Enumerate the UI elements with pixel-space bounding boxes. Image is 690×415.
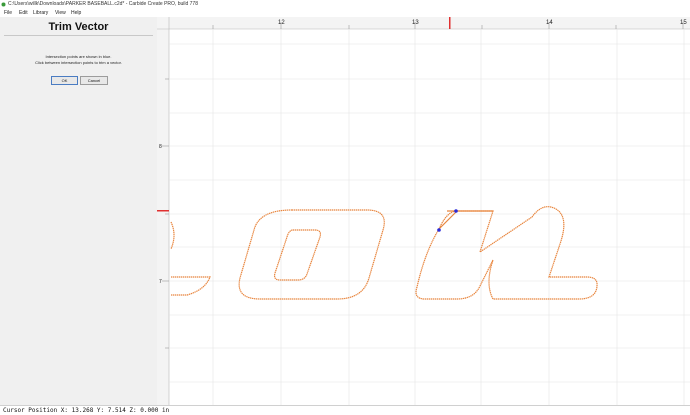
intersection-point-1[interactable]: [454, 209, 458, 213]
info-line-2: Click between intersection points to tri…: [35, 60, 122, 65]
panel-divider: [4, 35, 153, 36]
title-bar: C:\Users\willk\Downloads\PARKER BASEBALL…: [0, 0, 690, 9]
ruler-label-14: 14: [546, 20, 553, 26]
window-title: C:\Users\willk\Downloads\PARKER BASEBALL…: [8, 1, 198, 7]
ruler-label-12: 12: [278, 20, 285, 26]
menu-bar: File Edit Library View Help: [0, 9, 690, 17]
menu-help[interactable]: Help: [71, 9, 81, 17]
menu-view[interactable]: View: [55, 9, 66, 17]
info-line-1: Intersection points are shown in blue.: [45, 54, 112, 59]
top-ruler: [157, 17, 690, 29]
design-canvas[interactable]: 12 13 14 15 8 7: [157, 17, 690, 405]
menu-file[interactable]: File: [4, 9, 12, 17]
menu-library[interactable]: Library: [33, 9, 48, 17]
ruler-label-13: 13: [412, 20, 419, 26]
trim-vector-panel: Trim Vector Intersection points are show…: [0, 17, 158, 405]
menu-edit[interactable]: Edit: [19, 9, 28, 17]
ruler-label-8: 8: [159, 144, 162, 150]
ruler-label-15: 15: [680, 20, 687, 26]
ruler-label-7: 7: [159, 279, 162, 285]
cursor-x-marker: [449, 17, 451, 29]
app-icon: [1, 2, 6, 7]
cancel-button[interactable]: Cancel: [80, 76, 108, 85]
ok-button[interactable]: OK: [51, 76, 78, 85]
intersection-point-2[interactable]: [437, 228, 441, 232]
panel-heading: Trim Vector: [48, 21, 109, 33]
cursor-y-marker: [157, 210, 169, 212]
